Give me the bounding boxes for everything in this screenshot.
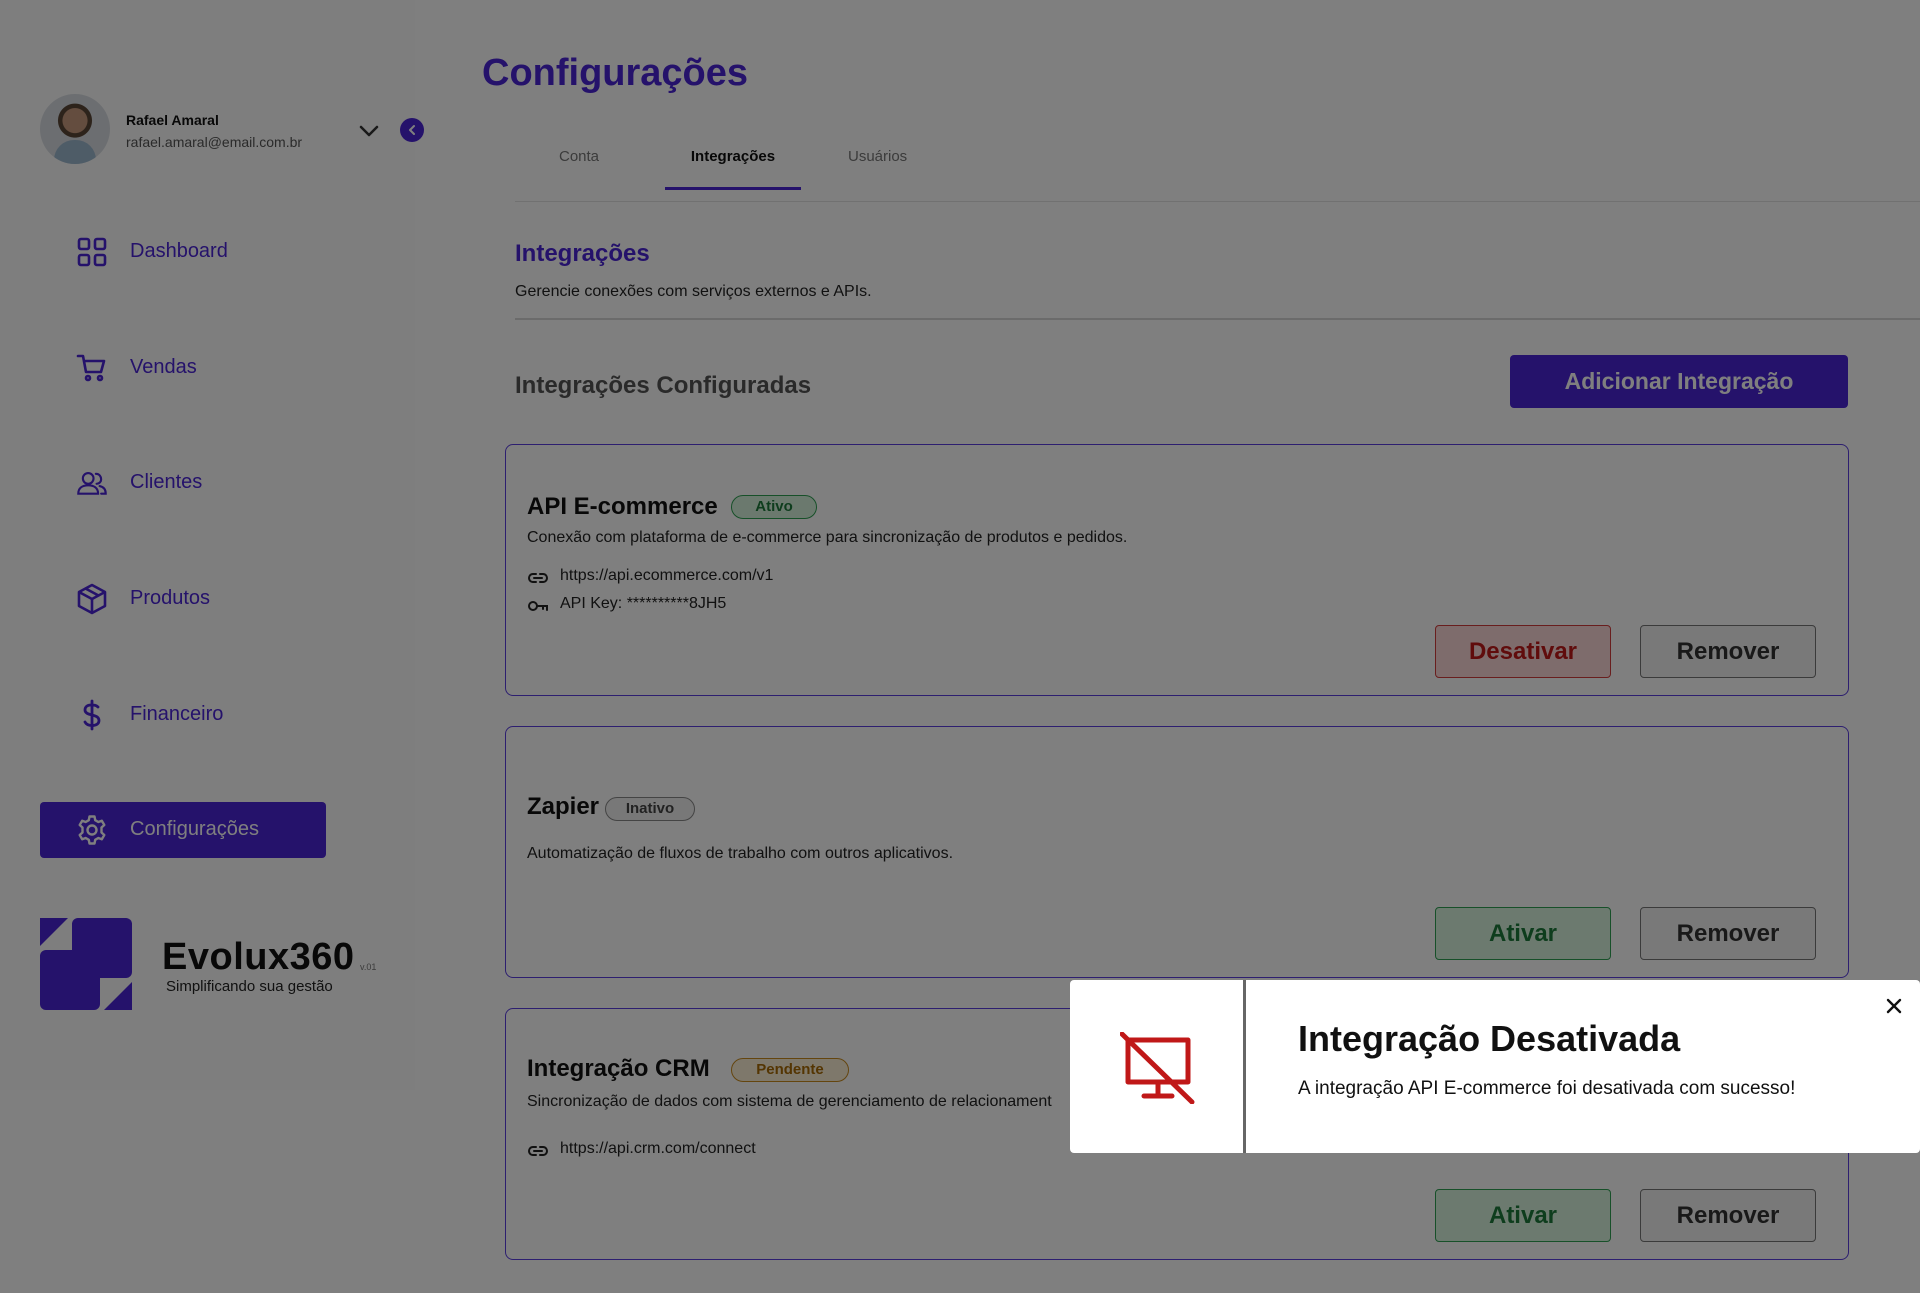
- toast-icon-container: [1070, 980, 1246, 1153]
- toast-notification: Integração Desativada A integração API E…: [1070, 980, 1920, 1153]
- monitor-off-icon: [1120, 1032, 1195, 1104]
- close-icon[interactable]: [1882, 994, 1906, 1018]
- toast-title: Integração Desativada: [1298, 1018, 1681, 1059]
- toast-message: A integração API E-commerce foi desativa…: [1298, 1078, 1796, 1099]
